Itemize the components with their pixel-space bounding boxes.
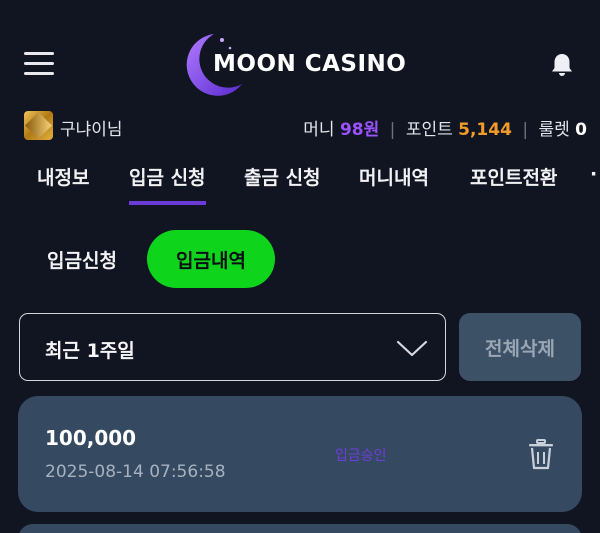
mypage-tabs: 내정보 입금 신청 출금 신청 머니내역 포인트전환 ·: [0, 157, 600, 207]
deposit-record-card: 100,000 2025-08-14 07:56:58 입금승인: [18, 396, 582, 512]
trash-icon[interactable]: [526, 438, 556, 470]
money-label: 머니: [303, 120, 335, 140]
balance-stats: 머니 98원 | 포인트 5,144 | 룰렛 0: [303, 120, 587, 140]
roulette-label: 룰렛: [538, 120, 570, 140]
period-select[interactable]: 최근 1주일: [19, 313, 446, 381]
top-header: MOON CASINO: [0, 0, 600, 105]
chevron-down-icon: [396, 340, 428, 357]
subtab-deposit-history[interactable]: 입금내역: [147, 230, 275, 288]
deposit-record-card-partial: [18, 524, 582, 533]
tab-withdraw-request[interactable]: 출금 신청: [244, 163, 321, 190]
delete-all-button[interactable]: 전체삭제: [459, 313, 581, 381]
money-value: 98원: [339, 120, 380, 140]
point-value: 5,144: [458, 120, 512, 140]
point-label: 포인트: [405, 120, 453, 140]
tab-my-info[interactable]: 내정보: [37, 163, 89, 190]
username: 구냐이님: [60, 120, 123, 140]
logo-text: MOON CASINO: [213, 51, 407, 77]
deposit-datetime: 2025-08-14 07:56:58: [45, 462, 226, 482]
tab-money-history[interactable]: 머니내역: [359, 163, 429, 190]
tab-point-convert[interactable]: 포인트전환: [470, 163, 557, 190]
deposit-amount: 100,000: [45, 426, 137, 450]
bell-icon[interactable]: [549, 52, 575, 78]
tab-overflow-hint: ·: [590, 163, 598, 185]
tab-deposit-request[interactable]: 입금 신청: [129, 163, 206, 205]
subtab-deposit-form[interactable]: 입금신청: [26, 230, 138, 288]
period-selected-value: 최근 1주일: [45, 340, 135, 362]
hamburger-menu-icon[interactable]: [24, 52, 54, 76]
deposit-status: 입금승인: [335, 448, 387, 464]
moon-casino-logo[interactable]: MOON CASINO: [184, 30, 418, 100]
user-info-bar: 구냐이님 머니 98원 | 포인트 5,144 | 룰렛 0: [0, 108, 600, 144]
user-rank-avatar: [24, 111, 53, 140]
roulette-value: 0: [575, 120, 587, 140]
